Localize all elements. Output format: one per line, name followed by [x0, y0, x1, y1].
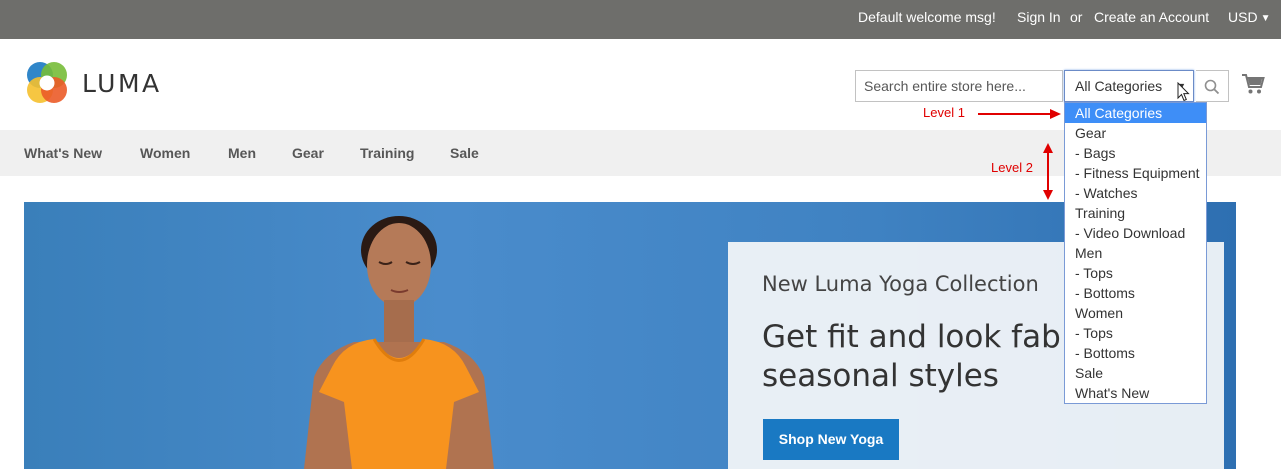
- chevron-down-icon: ▼: [1260, 13, 1271, 24]
- sign-in-link[interactable]: Sign In: [1017, 9, 1061, 26]
- category-select[interactable]: All Categories ▼: [1064, 70, 1194, 102]
- create-account-link[interactable]: Create an Account: [1094, 9, 1209, 26]
- or-separator: or: [1070, 9, 1083, 25]
- dropdown-option[interactable]: Training: [1065, 203, 1206, 223]
- search-button[interactable]: [1196, 70, 1229, 102]
- category-dropdown-list: All Categories Gear - Bags - Fitness Equ…: [1064, 102, 1207, 404]
- dropdown-option[interactable]: Men: [1065, 243, 1206, 263]
- nav-item-women[interactable]: Women: [140, 145, 190, 161]
- dropdown-option[interactable]: - Tops: [1065, 263, 1206, 283]
- top-header-bar: Default welcome msg! Sign In or Create a…: [0, 0, 1281, 39]
- search-icon: [1204, 79, 1220, 95]
- annotation-level-2: Level 2: [991, 160, 1033, 175]
- dropdown-option[interactable]: All Categories: [1065, 103, 1206, 123]
- nav-item-gear[interactable]: Gear: [292, 145, 324, 161]
- promo-subtitle: New Luma Yoga Collection: [762, 272, 1039, 296]
- nav-item-whats-new[interactable]: What's New: [24, 145, 102, 161]
- dropdown-option[interactable]: - Watches: [1065, 183, 1206, 203]
- nav-item-men[interactable]: Men: [228, 145, 256, 161]
- dropdown-option[interactable]: - Bottoms: [1065, 343, 1206, 363]
- dropdown-option[interactable]: - Bags: [1065, 143, 1206, 163]
- dropdown-option[interactable]: Sale: [1065, 363, 1206, 383]
- dropdown-option[interactable]: - Tops: [1065, 323, 1206, 343]
- shop-new-yoga-button[interactable]: Shop New Yoga: [763, 419, 899, 460]
- hero-banner: New Luma Yoga Collection Get fit and loo…: [24, 202, 1236, 469]
- nav-item-sale[interactable]: Sale: [450, 145, 479, 161]
- currency-label: USD: [1228, 9, 1258, 25]
- yoga-model-image: [304, 216, 494, 469]
- cart-icon[interactable]: [1241, 73, 1265, 95]
- logo-text: LUMA: [82, 69, 162, 98]
- luma-logo[interactable]: LUMA: [24, 60, 184, 106]
- nav-item-training[interactable]: Training: [360, 145, 414, 161]
- dropdown-option[interactable]: Gear: [1065, 123, 1206, 143]
- annotation-level-1: Level 1: [923, 105, 965, 120]
- mouse-cursor-icon: [1177, 82, 1190, 102]
- currency-switcher[interactable]: USD ▼: [1228, 9, 1270, 27]
- dropdown-option[interactable]: - Video Download: [1065, 223, 1206, 243]
- search-input[interactable]: [855, 70, 1063, 102]
- dropdown-option[interactable]: What's New: [1065, 383, 1206, 403]
- welcome-message: Default welcome msg!: [858, 9, 996, 25]
- dropdown-option[interactable]: Women: [1065, 303, 1206, 323]
- dropdown-option[interactable]: - Bottoms: [1065, 283, 1206, 303]
- luma-logo-icon: [27, 62, 67, 103]
- dropdown-option[interactable]: - Fitness Equipment: [1065, 163, 1206, 183]
- category-select-value: All Categories: [1075, 78, 1163, 94]
